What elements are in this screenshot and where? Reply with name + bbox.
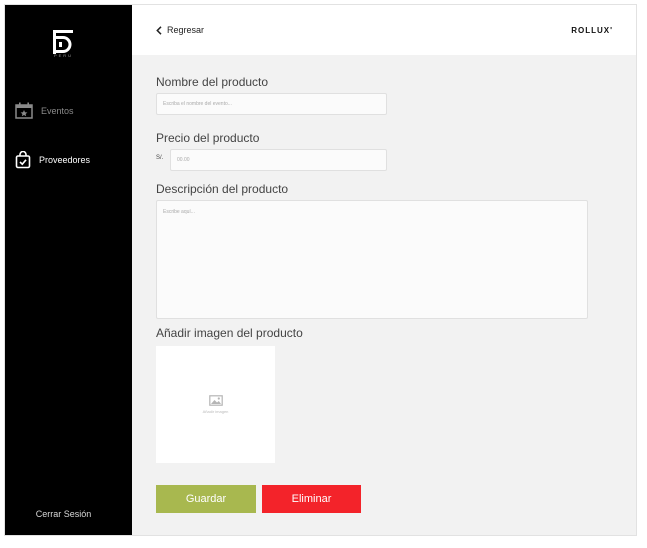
sidebar-item-label: Proveedores <box>39 155 91 165</box>
product-name-input[interactable]: Escriba el nombre del evento... <box>156 93 387 115</box>
brand-logo-subtitle: PERU <box>53 53 74 58</box>
product-image-label: Añadir imagen del producto <box>156 326 303 340</box>
image-icon <box>208 395 223 406</box>
product-description-textarea[interactable]: Escribe aquí... <box>156 200 588 319</box>
calendar-star-icon <box>15 102 33 119</box>
product-price-input[interactable]: 00.00 <box>170 149 387 171</box>
chevron-left-icon <box>156 25 162 35</box>
save-button[interactable]: Guardar <box>156 485 256 513</box>
brand-name: ROLLUX' <box>571 26 613 35</box>
shopping-bag-check-icon <box>15 151 31 169</box>
app-frame: PERU Eventos Proveedores Cerrar Sesión R… <box>4 4 637 536</box>
delete-button[interactable]: Eliminar <box>262 485 361 513</box>
sidebar: PERU Eventos Proveedores Cerrar Sesión <box>5 5 132 535</box>
product-description-label: Descripción del producto <box>156 182 289 196</box>
back-button[interactable]: Regresar <box>156 25 204 35</box>
sidebar-item-eventos[interactable]: Eventos <box>15 102 74 119</box>
currency-label: S/. <box>156 155 164 161</box>
product-name-label: Nombre del producto <box>156 75 269 89</box>
product-price-label: Precio del producto <box>156 131 260 145</box>
top-bar: Regresar ROLLUX' <box>132 5 636 55</box>
image-upload-area[interactable]: Añadir imagen <box>156 346 275 463</box>
image-upload-label: Añadir imagen <box>202 409 229 414</box>
sidebar-item-label: Eventos <box>41 105 74 116</box>
back-label: Regresar <box>167 25 205 35</box>
logout-link[interactable]: Cerrar Sesión <box>5 509 122 519</box>
sidebar-item-proveedores[interactable]: Proveedores <box>15 151 90 169</box>
